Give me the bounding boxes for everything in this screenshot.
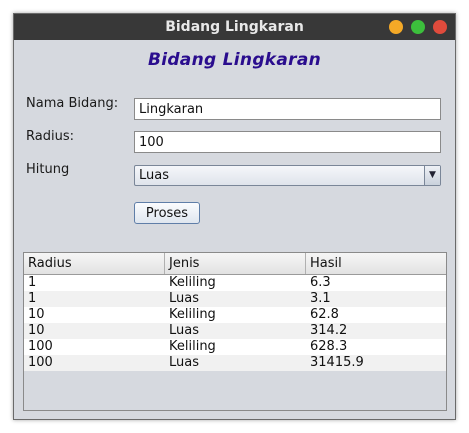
cell-hasil: 31415.9 [310,355,364,370]
close-icon[interactable] [433,20,447,34]
title-bar[interactable]: Bidang Lingkaran [14,14,455,40]
table-row[interactable]: 100 Luas 31415.9 [24,355,446,371]
cell-radius: 10 [28,307,45,322]
cell-jenis: Keliling [169,339,216,354]
hitung-selected-value: Luas [139,168,169,183]
table-row[interactable]: 10 Luas 314.2 [24,323,446,339]
table-row[interactable]: 100 Keliling 628.3 [24,339,446,355]
proses-button[interactable]: Proses [134,202,200,224]
cell-hasil: 314.2 [310,323,348,338]
minimize-icon[interactable] [389,20,403,34]
hitung-select[interactable]: Luas ▼ [134,165,441,186]
cell-radius: 1 [28,291,37,306]
cell-radius: 100 [28,355,53,370]
cell-jenis: Keliling [169,275,216,290]
cell-jenis: Luas [169,355,199,370]
cell-radius: 1 [28,275,37,290]
cell-jenis: Luas [169,323,199,338]
radius-input[interactable] [134,131,441,153]
page-title: Bidang Lingkaran [147,50,322,70]
column-header-jenis[interactable]: Jenis [165,253,306,274]
hitung-label: Hitung [26,162,70,177]
table-row[interactable]: 10 Keliling 62.8 [24,307,446,323]
cell-jenis: Luas [169,291,199,306]
cell-radius: 10 [28,323,45,338]
cell-hasil: 6.3 [310,275,331,290]
column-header-radius[interactable]: Radius [24,253,165,274]
table-header: Radius Jenis Hasil [24,253,446,275]
table-body: 1 Keliling 6.3 1 Luas 3.1 10 Keliling 62… [24,275,446,371]
cell-hasil: 62.8 [310,307,339,322]
chevron-down-icon[interactable]: ▼ [424,166,440,185]
window-title: Bidang Lingkaran [165,19,304,35]
table-row[interactable]: 1 Luas 3.1 [24,291,446,307]
results-table[interactable]: Radius Jenis Hasil 1 Keliling 6.3 1 Luas… [23,252,447,411]
radius-label: Radius: [26,129,74,144]
nama-bidang-input[interactable] [134,98,441,120]
column-header-hasil[interactable]: Hasil [306,253,446,274]
table-row[interactable]: 1 Keliling 6.3 [24,275,446,291]
cell-radius: 100 [28,339,53,354]
cell-hasil: 3.1 [310,291,331,306]
app-window: Bidang Lingkaran Bidang Lingkaran Nama B… [13,13,456,420]
cell-hasil: 628.3 [310,339,348,354]
maximize-icon[interactable] [411,20,425,34]
nama-bidang-label: Nama Bidang: [26,96,119,111]
cell-jenis: Keliling [169,307,216,322]
